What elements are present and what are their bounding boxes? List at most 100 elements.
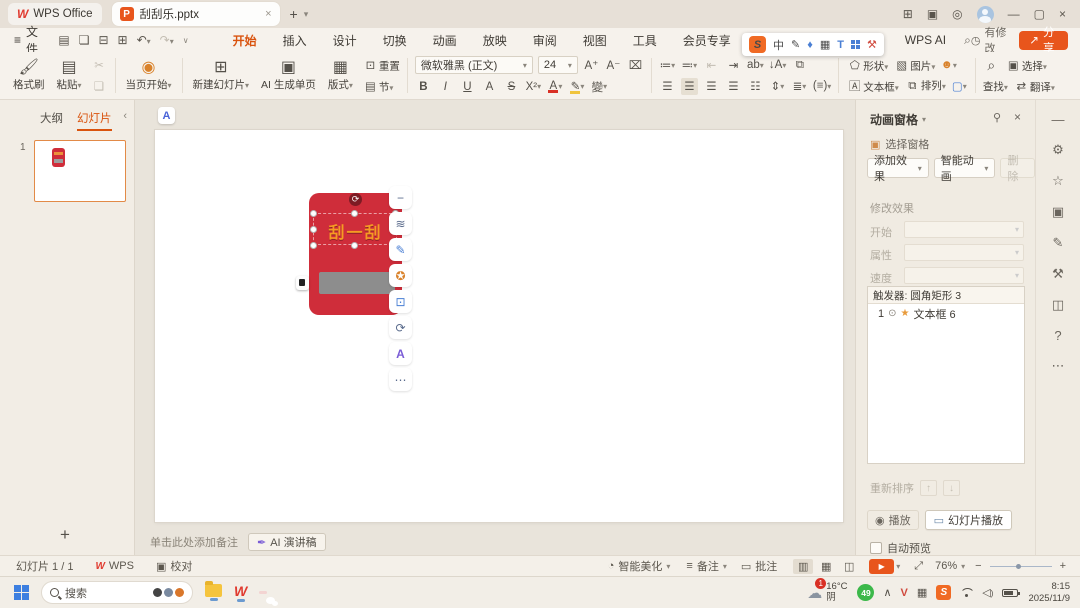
normal-view-button[interactable]: ▥ — [793, 558, 814, 574]
align-right-button[interactable]: ☰ — [703, 78, 720, 95]
paste-button[interactable]: ▤ 粘贴▾ — [54, 59, 85, 92]
wechat-app[interactable] — [259, 591, 268, 594]
slide-sorter-view-button[interactable]: ▦ — [816, 559, 836, 574]
stamp-icon[interactable]: ✪ — [389, 264, 412, 287]
tab-insert[interactable]: 插入 — [283, 32, 307, 49]
outline-tab[interactable]: 大纲 — [40, 110, 63, 126]
selection-handle[interactable] — [310, 242, 317, 249]
close-button[interactable]: × — [1059, 7, 1066, 21]
decrease-font-icon[interactable]: A⁻ — [605, 57, 622, 74]
text-direction-button[interactable]: ab ▾ — [747, 57, 764, 74]
selection-handle[interactable] — [351, 242, 358, 249]
align-text-button[interactable]: (≡) ▾ — [813, 78, 831, 95]
superscript-button[interactable]: X² ▾ — [525, 78, 542, 95]
tab-wps-ai[interactable]: WPS AI — [905, 33, 946, 47]
auto-preview-option[interactable]: 自动预览 — [870, 540, 931, 556]
translate-button[interactable]: ⇄ 翻译▾ — [1013, 78, 1055, 95]
taskbar-search[interactable]: 搜索 — [41, 581, 193, 604]
tab-design[interactable]: 设计 — [333, 32, 357, 49]
convert-smartart-icon[interactable]: ⧉ — [791, 57, 808, 74]
justify-button[interactable]: ☰ — [725, 78, 742, 95]
section-button[interactable]: ▤ 节▾ — [362, 78, 400, 95]
collapse-panel-icon[interactable]: ‹ — [123, 110, 127, 122]
sogou-logo-icon[interactable]: S — [749, 36, 766, 53]
comment-button[interactable]: ▭ 批注 — [741, 558, 777, 574]
pane-title-caret-icon[interactable]: ▾ — [922, 115, 926, 124]
smart-beautify-button[interactable]: ◔ 智能美化 ▾ — [608, 558, 671, 574]
export-icon[interactable]: ❏ — [79, 33, 90, 47]
wps-status-chip[interactable]: W WPS — [95, 560, 134, 572]
taskbar-clock[interactable]: 8:15 2025/11/9 — [1028, 581, 1070, 604]
reference-book-icon[interactable]: ◫ — [1052, 297, 1064, 313]
copy-icon[interactable]: ❏ — [91, 78, 108, 95]
move-up-button[interactable]: ↑ — [920, 480, 937, 496]
tab-slideshow[interactable]: 放映 — [483, 32, 507, 49]
print-preview-icon[interactable]: ⊞ — [118, 33, 128, 47]
editing-canvas[interactable]: A ⟳ 刮一刮 − ≋ ✎ ✪ ⊡ ⟳ A ⋯ 单击此处添加备注 ✒ AI 演讲… — [136, 100, 855, 555]
battery-icon[interactable] — [1002, 588, 1021, 597]
screen-insert-icon[interactable]: ▢ ▾ — [951, 78, 968, 95]
ime-pen-icon[interactable]: ✎ — [791, 38, 800, 51]
zoom-level[interactable]: 76% ▾ — [935, 560, 965, 572]
fit-slide-icon[interactable]: ⤢ — [914, 560, 923, 573]
find-button[interactable]: 查找▾ — [983, 79, 1008, 94]
volume-icon[interactable]: ◁) — [982, 586, 993, 599]
layers-icon[interactable]: ≋ — [389, 212, 412, 235]
hide-strip-icon[interactable]: — — [1052, 112, 1065, 127]
edit-chart-icon[interactable]: ✎ — [1053, 235, 1064, 251]
reading-view-button[interactable]: ◫ — [839, 559, 859, 574]
new-tab-button[interactable]: + — [290, 6, 298, 22]
print-icon[interactable]: ⊟ — [98, 33, 108, 47]
transform-icon[interactable]: ⟳ — [389, 316, 412, 339]
increase-font-icon[interactable]: A⁺ — [583, 57, 600, 74]
picture-button[interactable]: ▧ 图片▾ — [893, 57, 935, 74]
reset-button[interactable]: ⊡ 重置 — [362, 57, 400, 74]
comment-marker[interactable] — [296, 276, 309, 290]
bullets-button[interactable]: ≔ ▾ — [659, 57, 676, 74]
tab-animation[interactable]: 动画 — [433, 32, 457, 49]
new-slide-button[interactable]: ⊞ 新建幻灯片▾ — [190, 59, 253, 92]
trigger-header[interactable]: 触发器: 圆角矩形 3 — [868, 287, 1024, 304]
skin-icon[interactable]: ◎ — [952, 7, 962, 21]
monitor-icon[interactable]: ⊡ — [389, 290, 412, 313]
user-avatar[interactable] — [976, 5, 994, 23]
add-effect-button[interactable]: 添加效果 ▾ — [867, 155, 929, 183]
redo-icon[interactable]: ↷▾ — [160, 33, 174, 47]
notes-toggle-button[interactable]: ≡ 备注 ▾ — [686, 558, 726, 574]
ai-assistant-icon[interactable]: A — [158, 107, 175, 124]
ai-tool-icon[interactable]: A — [389, 342, 412, 365]
brush-icon[interactable]: ✎ — [389, 238, 412, 261]
underline-button[interactable]: U — [459, 78, 476, 95]
align-center-button[interactable]: ☰ — [680, 77, 698, 95]
selection-pane-link[interactable]: ▣ 选择窗格 — [870, 136, 929, 152]
tab-transition[interactable]: 切换 — [383, 32, 407, 49]
collapse-toolbar-icon[interactable]: − — [389, 186, 412, 209]
avatar-insert-icon[interactable]: ☻ ▾ — [940, 57, 957, 74]
vertical-text-button[interactable]: ↓A ▾ — [769, 57, 786, 74]
scratch-area-rect[interactable] — [319, 272, 395, 294]
property-select[interactable]: ▾ — [904, 244, 1024, 261]
start-button[interactable] — [14, 585, 29, 600]
properties-icon[interactable]: ⚙ — [1052, 142, 1064, 158]
close-pane-icon[interactable]: × — [1014, 110, 1021, 124]
auto-preview-checkbox[interactable] — [870, 542, 882, 554]
smart-animation-button[interactable]: 智能动画 ▾ — [933, 155, 996, 183]
ime-mode-toggle[interactable]: 中 — [773, 37, 784, 53]
ime-wrench-icon[interactable]: ⚒ — [867, 38, 877, 51]
text-effects-button[interactable]: 變 ▾ — [591, 78, 608, 95]
ai-script-button[interactable]: ✒ AI 演讲稿 — [248, 533, 326, 551]
weather-widget[interactable]: ☁ 1 16°C 阴 — [807, 577, 847, 604]
slideshow-caret-icon[interactable]: ▾ — [896, 562, 900, 571]
minimize-button[interactable]: — — [1008, 7, 1020, 21]
tab-list-caret-icon[interactable]: ▾ — [304, 9, 309, 20]
textbox-button[interactable]: 🄰 文本框▾ — [846, 78, 899, 95]
file-explorer-app[interactable] — [205, 581, 222, 601]
ribbon-search-icon[interactable]: ⌕ — [964, 33, 971, 48]
slideshow-start-button[interactable]: ▶ — [869, 558, 895, 574]
ime-keyboard-icon[interactable]: ▦ — [820, 38, 830, 51]
zoom-slider[interactable] — [989, 563, 1052, 569]
ime-mic-icon[interactable]: ♦ — [807, 39, 813, 51]
tab-view[interactable]: 视图 — [583, 32, 607, 49]
selection-handle[interactable] — [310, 210, 317, 217]
animation-item[interactable]: 1 ⊙ ★ 文本框 6 — [868, 304, 1024, 323]
